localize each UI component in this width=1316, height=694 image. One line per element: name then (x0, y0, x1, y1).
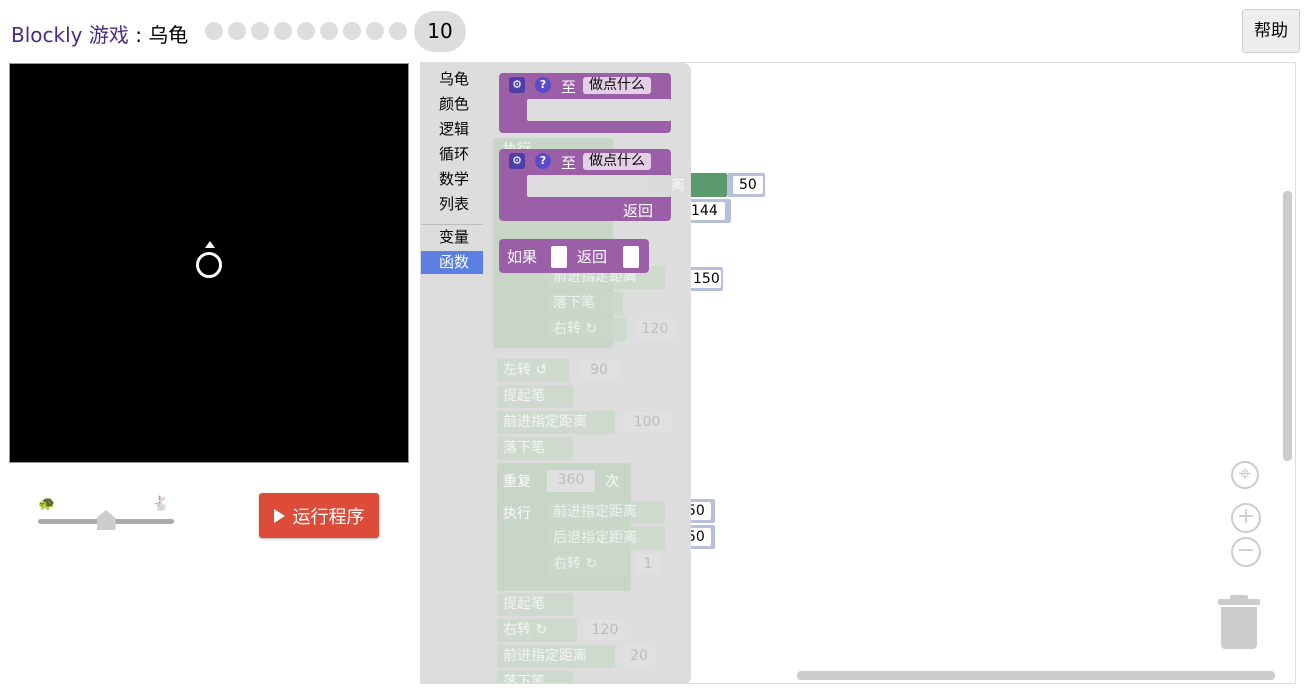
level-dot[interactable] (320, 22, 338, 40)
recenter-icon[interactable]: ⌖ (1231, 461, 1259, 489)
current-level-badge: 10 (414, 11, 466, 52)
vertical-scrollbar[interactable] (1283, 191, 1292, 461)
category-math[interactable]: 数学 (421, 168, 483, 191)
ghost-pen-down-block: 落下笔 (497, 437, 573, 460)
ghost-forward-value-4: 20 (623, 646, 655, 666)
ghost-times-label: 次 (605, 474, 619, 490)
function-flyout: 执行 执行 前进指定距离 3 次 前进指定距离 落下笔 右转 ↻ 120 左转 … (483, 63, 691, 683)
ghost-turn-right-block: 右转 ↻ (547, 318, 627, 341)
category-lists[interactable]: 列表 (421, 193, 483, 216)
ghost-pen-down-block: 落下笔 (497, 671, 573, 683)
ghost-turn-inner-value: 1 (635, 554, 661, 574)
ghost-turn-left-block: 左转 ↺ (497, 359, 569, 382)
speed-slider[interactable]: 🐢 🐇 (38, 496, 174, 536)
if-return-label: 返回 (577, 248, 608, 266)
ghost-turn-value-2: 120 (585, 620, 625, 640)
ghost-backward-block: 后退指定距离 (547, 527, 665, 550)
toolbox: 乌龟 颜色 逻辑 循环 数学 列表 变量 函数 (421, 63, 483, 683)
ghost-pen-up-block: 提起笔 (497, 593, 573, 616)
ghost-forward-value: 100 (623, 412, 671, 432)
slow-turtle-icon: 🐢 (38, 496, 56, 512)
category-functions[interactable]: 函数 (421, 251, 483, 274)
gear-icon[interactable]: ⚙ (509, 153, 525, 169)
ghost-turn-right-block: 右转 ↻ (547, 553, 627, 576)
ghost-forward-block: 前进指定距离 (547, 501, 665, 524)
category-turtle[interactable]: 乌龟 (421, 68, 483, 91)
page-title: Blockly 游戏 : 乌龟 (11, 19, 188, 48)
level-dot[interactable] (228, 22, 246, 40)
run-program-label: 运行程序 (292, 506, 365, 528)
procedure-no-return-block[interactable]: ⚙ ? 至 做点什么 (499, 73, 671, 133)
fast-rabbit-icon: 🐇 (152, 496, 170, 512)
procedure-with-return-block[interactable]: ⚙ ? 至 做点什么 返回 (499, 149, 671, 221)
level-dot[interactable] (366, 22, 384, 40)
procedure-name-field[interactable]: 做点什么 (583, 77, 651, 94)
trash-bin (1221, 607, 1257, 649)
forward-value-2[interactable]: 150 (687, 270, 721, 288)
level-dots (205, 22, 407, 40)
procedure-statement-slot (527, 99, 671, 121)
if-return-value-slot[interactable] (623, 246, 639, 268)
ghost-pen-up-block: 提起笔 (497, 385, 573, 408)
turtle-canvas (9, 63, 409, 463)
ghost-execute-label: 执行 (503, 506, 531, 522)
turtle-icon (196, 252, 222, 278)
level-dot[interactable] (274, 22, 292, 40)
level-dot[interactable] (343, 22, 361, 40)
turtle-heading-icon (205, 241, 215, 248)
games-link[interactable]: 游戏 (89, 23, 129, 47)
category-colour[interactable]: 颜色 (421, 93, 483, 116)
if-return-block[interactable]: 如果 返回 (499, 239, 649, 273)
category-variables[interactable]: 变量 (421, 226, 483, 249)
ghost-forward-block: 前进指定距离 (497, 645, 615, 668)
help-question-icon[interactable]: ? (535, 153, 551, 169)
app-name-link[interactable]: Blockly (11, 23, 82, 47)
if-condition-slot[interactable] (551, 246, 567, 268)
category-logic[interactable]: 逻辑 (421, 118, 483, 141)
blockly-workspace[interactable]: 50 144 150 50 50 乌龟 颜色 逻辑 循环 数学 列表 变量 函数… (420, 62, 1296, 684)
ghost-turn-right-block: 右转 ↻ (497, 619, 577, 642)
ghost-turn-left-value: 90 (579, 360, 619, 380)
speed-slider-knob[interactable] (96, 510, 116, 530)
horizontal-scrollbar[interactable] (797, 671, 1275, 680)
game-name: 乌龟 (148, 23, 189, 47)
forward-value-1[interactable]: 50 (733, 176, 763, 194)
procedure-statement-slot (527, 175, 671, 197)
procedure-to-label: 至 (561, 78, 577, 96)
procedure-to-label: 至 (561, 154, 577, 172)
help-question-icon[interactable]: ? (535, 77, 551, 93)
level-dot[interactable] (297, 22, 315, 40)
level-dot[interactable] (251, 22, 269, 40)
trash-lid (1218, 599, 1260, 605)
ghost-forward-block: 前进指定距离 (497, 411, 615, 434)
level-dot[interactable] (205, 22, 223, 40)
ghost-repeat-label: 重复 (503, 474, 531, 490)
help-button[interactable]: 帮助 (1242, 9, 1300, 53)
zoom-in-icon[interactable]: + (1231, 503, 1261, 533)
ghost-turn-value: 120 (635, 319, 675, 339)
zoom-out-icon[interactable]: − (1231, 537, 1261, 567)
play-icon (273, 508, 285, 523)
run-program-button[interactable]: 运行程序 (259, 493, 379, 538)
procedure-return-label: 返回 (623, 202, 654, 220)
if-label: 如果 (507, 248, 538, 266)
toolbox-separator (421, 224, 483, 225)
block-value[interactable]: 50 (727, 173, 765, 197)
title-separator: : (135, 23, 142, 47)
ghost-pen-down-block: 落下笔 (547, 292, 623, 315)
gear-icon[interactable]: ⚙ (509, 77, 525, 93)
procedure-name-field[interactable]: 做点什么 (583, 153, 651, 170)
return-value-1[interactable]: 144 (685, 202, 725, 220)
ghost-repeat-360-value: 360 (547, 470, 595, 492)
trash-icon[interactable] (1218, 595, 1260, 651)
header: Blockly 游戏 : 乌龟 10 帮助 (0, 0, 1316, 62)
level-dot[interactable] (389, 22, 407, 40)
category-loops[interactable]: 循环 (421, 143, 483, 166)
